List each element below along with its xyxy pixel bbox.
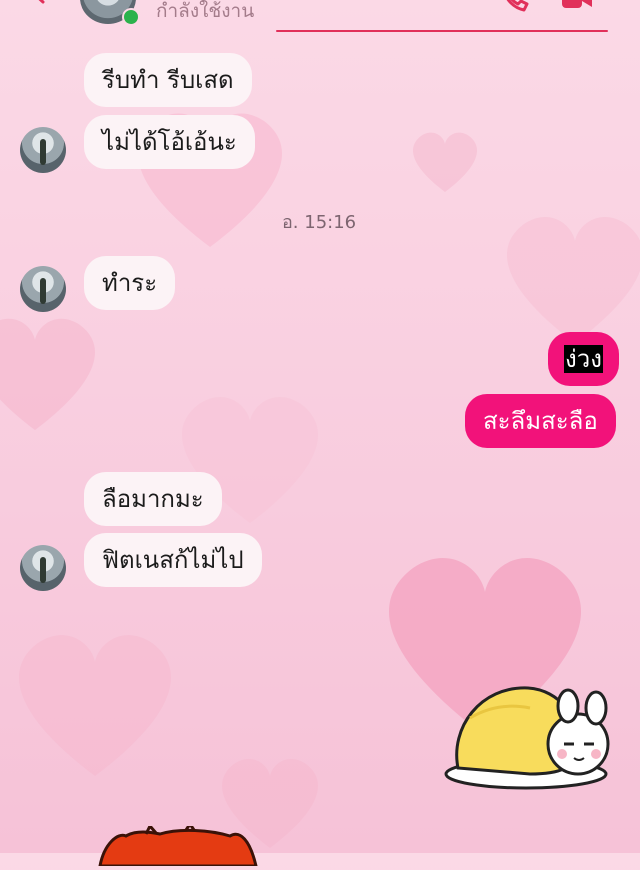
sleeping-bunny-sticker[interactable] [440, 678, 612, 790]
chevron-left-icon[interactable] [28, 0, 50, 4]
background-heart-decoration [120, 80, 300, 270]
outgoing-message[interactable]: สะลึมสะลือ [465, 394, 616, 448]
header-underline [276, 30, 608, 32]
red-character-sticker[interactable] [90, 821, 270, 868]
phone-icon[interactable] [500, 0, 530, 14]
incoming-message[interactable]: ลือมากมะ [84, 472, 222, 526]
background-heart-decoration [405, 120, 485, 200]
incoming-message[interactable]: ทำระ [84, 256, 176, 310]
incoming-message[interactable]: รีบทำ รีบเสด [84, 53, 252, 107]
outgoing-message[interactable]: ง่วง [548, 332, 619, 386]
video-camera-icon[interactable] [560, 0, 594, 12]
incoming-message[interactable]: ฟิตเนสก้ไม่ไป [84, 533, 262, 587]
contact-status: กำลังใช้งาน [156, 0, 255, 22]
contact-avatar[interactable] [20, 127, 66, 173]
message-timestamp: อ. 15:16 [282, 212, 357, 233]
contact-avatar[interactable] [20, 545, 66, 591]
online-status-dot [122, 8, 140, 26]
background-heart-decoration [0, 600, 190, 800]
chat-header: กำลังใช้งาน [0, 0, 640, 36]
contact-avatar[interactable] [20, 266, 66, 312]
highlighted-text: ง่วง [564, 345, 603, 373]
incoming-message[interactable]: ไม่ได้โอ้เอ้นะ [84, 115, 255, 169]
